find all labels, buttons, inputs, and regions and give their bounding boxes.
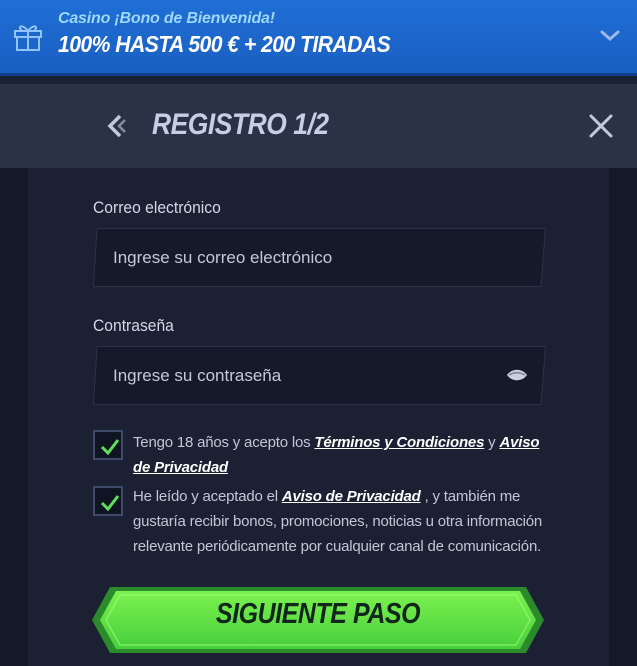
next-step-label: SIGUIENTE PASO <box>215 598 421 630</box>
checkmark-icon <box>100 439 120 456</box>
email-label: Correo electrónico <box>93 198 221 217</box>
right-shade <box>609 84 637 666</box>
marketing-privacy-link[interactable]: Aviso de Privacidad <box>282 488 421 505</box>
chevron-down-icon[interactable] <box>599 26 621 46</box>
left-shade <box>0 84 28 666</box>
promo-banner[interactable]: Casino ¡Bono de Bienvenida! 100% HASTA 5… <box>0 0 637 76</box>
terms-checkbox[interactable] <box>93 430 123 460</box>
gift-icon <box>14 25 42 51</box>
password-input[interactable] <box>113 346 493 405</box>
promo-headline: 100% HASTA 500 € + 200 TIRADAS <box>58 31 391 57</box>
checkmark-icon <box>100 495 120 512</box>
terms-text-before: Tengo 18 años y acepto los <box>133 434 315 451</box>
promo-subtitle: Casino ¡Bono de Bienvenida! <box>58 10 275 27</box>
password-label: Contraseña <box>93 316 174 335</box>
marketing-checkbox[interactable] <box>93 486 123 516</box>
terms-text: Tengo 18 años y acepto los Términos y Co… <box>133 430 553 480</box>
password-field[interactable] <box>93 346 546 405</box>
marketing-text: He leído y aceptado el Aviso de Privacid… <box>133 484 553 559</box>
email-input[interactable] <box>113 228 493 287</box>
email-field[interactable] <box>93 228 546 287</box>
registration-header: REGISTRO 1/2 <box>0 84 637 168</box>
terms-link[interactable]: Términos y Condiciones <box>314 434 484 451</box>
close-icon[interactable] <box>587 112 615 140</box>
marketing-text-before: He leído y aceptado el <box>133 488 282 505</box>
chevron-left-icon[interactable] <box>104 112 128 140</box>
eye-icon[interactable] <box>506 368 528 382</box>
terms-text-middle: y <box>484 434 500 451</box>
page-title: REGISTRO 1/2 <box>152 108 329 141</box>
